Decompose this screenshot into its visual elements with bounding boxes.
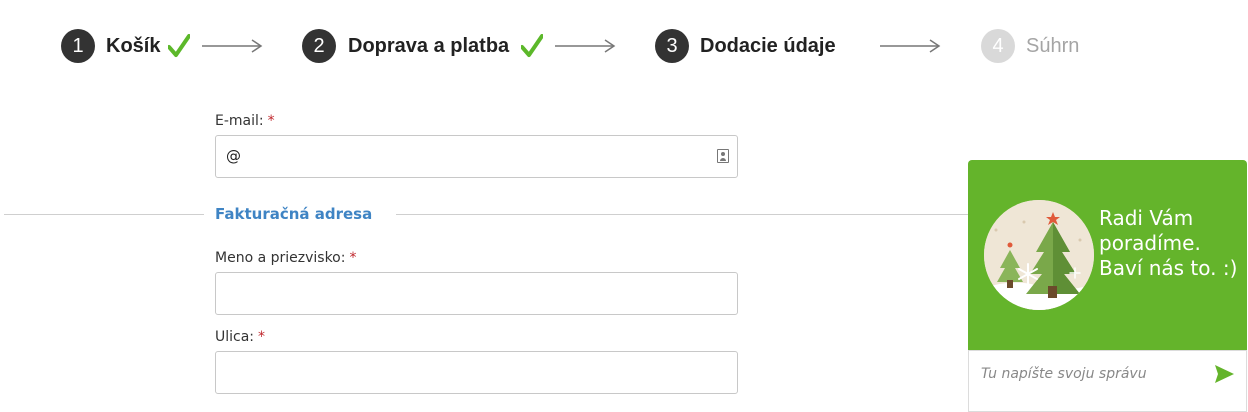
chat-avatar-christmas-trees	[984, 200, 1094, 310]
street-field[interactable]	[215, 351, 738, 394]
email-field[interactable]: @	[215, 135, 738, 178]
chat-greeting: Radi Vám poradíme. Baví nás to. :)	[1099, 206, 1238, 280]
chat-message-input[interactable]: Tu napíšte svoju správu	[981, 365, 1147, 383]
step-3-label: Dodacie údaje	[700, 35, 836, 57]
billing-address-heading: Fakturačná adresa	[215, 205, 373, 223]
name-label: Meno a priezvisko: *	[215, 249, 356, 267]
send-icon[interactable]	[1213, 363, 1235, 385]
step-3-number: 3	[655, 29, 689, 63]
step-2-checkmark-icon	[521, 34, 543, 57]
section-divider-left	[4, 214, 204, 215]
chat-widget[interactable]: Radi Vám poradíme. Baví nás to. :) Tu na…	[968, 160, 1247, 412]
street-label-text: Ulica:	[215, 329, 255, 345]
arrow-right-icon	[202, 39, 263, 53]
arrow-right-icon	[555, 39, 616, 53]
step-1-label[interactable]: Košík	[106, 34, 160, 58]
email-label: E-mail: *	[215, 112, 275, 130]
name-field[interactable]	[215, 272, 738, 315]
step-1-checkmark-icon	[168, 34, 190, 57]
step-1-number: 1	[61, 29, 95, 63]
chat-input-bar: Tu napíšte svoju správu	[968, 350, 1247, 412]
required-mark: *	[349, 250, 357, 266]
step-4-number: 4	[981, 29, 1015, 63]
step-2-number: 2	[302, 29, 336, 63]
step-4-label: Súhrn	[1026, 35, 1080, 57]
street-label: Ulica: *	[215, 328, 265, 346]
arrow-right-icon	[880, 39, 941, 53]
email-label-text: E-mail:	[215, 113, 264, 129]
required-mark: *	[267, 113, 275, 129]
checkout-steps: 1 Košík 2 Doprava a platba 3 Dodacie úda…	[0, 0, 1248, 92]
required-mark: *	[258, 329, 266, 345]
email-value: @	[226, 147, 241, 165]
name-label-text: Meno a priezvisko:	[215, 250, 346, 266]
step-2-label[interactable]: Doprava a platba	[348, 34, 509, 58]
contact-card-icon[interactable]	[717, 149, 729, 163]
section-divider-right	[396, 214, 968, 215]
christmas-tree-icon	[984, 200, 1094, 310]
